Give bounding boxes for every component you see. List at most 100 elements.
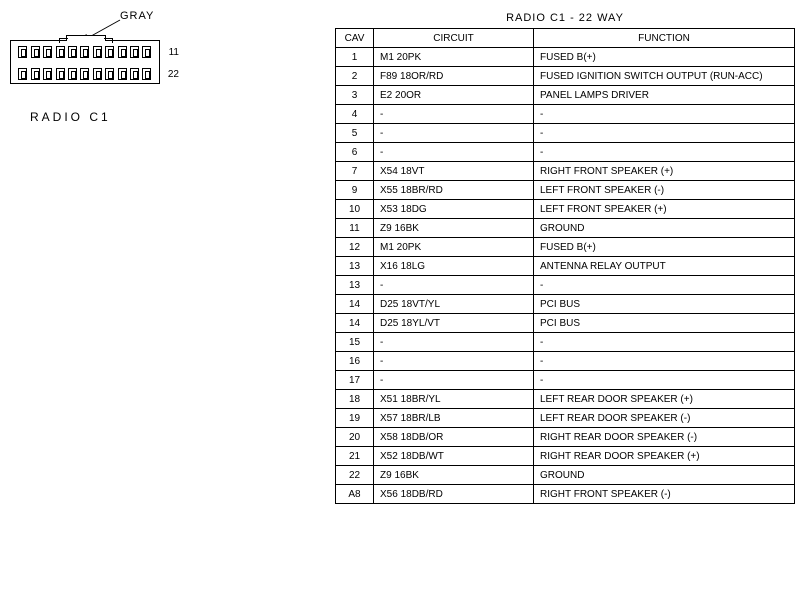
cell-circuit: -	[374, 333, 534, 352]
cell-circuit: E2 20OR	[374, 86, 534, 105]
cell-circuit: -	[374, 105, 534, 124]
cell-function: FUSED B(+)	[534, 238, 795, 257]
cell-function: FUSED B(+)	[534, 48, 795, 67]
cell-function: RIGHT REAR DOOR SPEAKER (-)	[534, 428, 795, 447]
table-row: 9X55 18BR/RDLEFT FRONT SPEAKER (-)	[336, 181, 795, 200]
cell-function: LEFT FRONT SPEAKER (+)	[534, 200, 795, 219]
pinout-table-area: RADIO C1 - 22 WAY CAV CIRCUIT FUNCTION 1…	[335, 12, 795, 504]
table-row: 15--	[336, 333, 795, 352]
cell-function: LEFT FRONT SPEAKER (-)	[534, 181, 795, 200]
cell-function: LEFT REAR DOOR SPEAKER (-)	[534, 409, 795, 428]
cell-cav: 13	[336, 276, 374, 295]
table-row: 6--	[336, 143, 795, 162]
cell-circuit: X57 18BR/LB	[374, 409, 534, 428]
cell-function: -	[534, 371, 795, 390]
cell-circuit: -	[374, 352, 534, 371]
cell-circuit: X55 18BR/RD	[374, 181, 534, 200]
header-cav: CAV	[336, 29, 374, 48]
table-row: A8X56 18DB/RDRIGHT FRONT SPEAKER (-)	[336, 485, 795, 504]
table-row: 20X58 18DB/ORRIGHT REAR DOOR SPEAKER (-)	[336, 428, 795, 447]
cell-circuit: X51 18BR/YL	[374, 390, 534, 409]
cell-cav: 10	[336, 200, 374, 219]
cell-function: RIGHT REAR DOOR SPEAKER (+)	[534, 447, 795, 466]
cell-circuit: X16 18LG	[374, 257, 534, 276]
cell-cav: 13	[336, 257, 374, 276]
cell-cav: 1	[336, 48, 374, 67]
cell-circuit: Z9 16BK	[374, 466, 534, 485]
table-row: 18X51 18BR/YLLEFT REAR DOOR SPEAKER (+)	[336, 390, 795, 409]
cell-cav: A8	[336, 485, 374, 504]
cell-function: PANEL LAMPS DRIVER	[534, 86, 795, 105]
cell-cav: 5	[336, 124, 374, 143]
cell-circuit: X54 18VT	[374, 162, 534, 181]
table-row: 5--	[336, 124, 795, 143]
cell-cav: 21	[336, 447, 374, 466]
cell-cav: 20	[336, 428, 374, 447]
cell-cav: 19	[336, 409, 374, 428]
cell-circuit: -	[374, 276, 534, 295]
table-row: 1M1 20PKFUSED B(+)	[336, 48, 795, 67]
cell-function: LEFT REAR DOOR SPEAKER (+)	[534, 390, 795, 409]
table-row: 4--	[336, 105, 795, 124]
cell-circuit: Z9 16BK	[374, 219, 534, 238]
table-row: 19X57 18BR/LBLEFT REAR DOOR SPEAKER (-)	[336, 409, 795, 428]
table-row: 7X54 18VTRIGHT FRONT SPEAKER (+)	[336, 162, 795, 181]
cell-circuit: F89 18OR/RD	[374, 67, 534, 86]
pinout-table: CAV CIRCUIT FUNCTION 1M1 20PKFUSED B(+)2…	[335, 28, 795, 504]
cell-cav: 17	[336, 371, 374, 390]
pin-label-11: 11	[169, 47, 179, 58]
cell-circuit: X58 18DB/OR	[374, 428, 534, 447]
cell-function: PCI BUS	[534, 314, 795, 333]
table-row: 21X52 18DB/WTRIGHT REAR DOOR SPEAKER (+)	[336, 447, 795, 466]
header-circuit: CIRCUIT	[374, 29, 534, 48]
cell-function: -	[534, 333, 795, 352]
cell-cav: 2	[336, 67, 374, 86]
header-function: FUNCTION	[534, 29, 795, 48]
cell-cav: 14	[336, 295, 374, 314]
cell-cav: 4	[336, 105, 374, 124]
cell-function: -	[534, 276, 795, 295]
table-row: 16--	[336, 352, 795, 371]
table-row: 2F89 18OR/RDFUSED IGNITION SWITCH OUTPUT…	[336, 67, 795, 86]
cell-cav: 18	[336, 390, 374, 409]
table-row: 13X16 18LGANTENNA RELAY OUTPUT	[336, 257, 795, 276]
cell-circuit: -	[374, 124, 534, 143]
table-row: 11Z9 16BKGROUND	[336, 219, 795, 238]
cell-circuit: X56 18DB/RD	[374, 485, 534, 504]
table-row: 10X53 18DGLEFT FRONT SPEAKER (+)	[336, 200, 795, 219]
pin-label-22: 22	[168, 69, 179, 80]
table-title: RADIO C1 - 22 WAY	[335, 12, 795, 24]
table-row: 22Z9 16BKGROUND	[336, 466, 795, 485]
cell-cav: 11	[336, 219, 374, 238]
cell-function: RIGHT FRONT SPEAKER (+)	[534, 162, 795, 181]
cell-cav: 16	[336, 352, 374, 371]
cell-cav: 9	[336, 181, 374, 200]
connector-body: 11 22	[10, 40, 160, 90]
connector-caption: RADIO C1	[30, 110, 111, 124]
table-row: 12M1 20PKFUSED B(+)	[336, 238, 795, 257]
cell-function: FUSED IGNITION SWITCH OUTPUT (RUN-ACC)	[534, 67, 795, 86]
cell-circuit: X52 18DB/WT	[374, 447, 534, 466]
table-row: 13--	[336, 276, 795, 295]
cell-function: PCI BUS	[534, 295, 795, 314]
cell-function: RIGHT FRONT SPEAKER (-)	[534, 485, 795, 504]
cell-function: -	[534, 105, 795, 124]
cell-circuit: M1 20PK	[374, 238, 534, 257]
cell-cav: 15	[336, 333, 374, 352]
cell-circuit: M1 20PK	[374, 48, 534, 67]
cell-cav: 7	[336, 162, 374, 181]
table-row: 14D25 18YL/VTPCI BUS	[336, 314, 795, 333]
cell-function: GROUND	[534, 466, 795, 485]
cell-cav: 6	[336, 143, 374, 162]
cell-cav: 14	[336, 314, 374, 333]
cell-circuit: X53 18DG	[374, 200, 534, 219]
table-header-row: CAV CIRCUIT FUNCTION	[336, 29, 795, 48]
cell-function: -	[534, 352, 795, 371]
table-row: 17--	[336, 371, 795, 390]
cell-cav: 12	[336, 238, 374, 257]
cell-cav: 3	[336, 86, 374, 105]
cell-circuit: -	[374, 143, 534, 162]
cell-circuit: D25 18VT/YL	[374, 295, 534, 314]
cell-cav: 22	[336, 466, 374, 485]
cell-function: GROUND	[534, 219, 795, 238]
